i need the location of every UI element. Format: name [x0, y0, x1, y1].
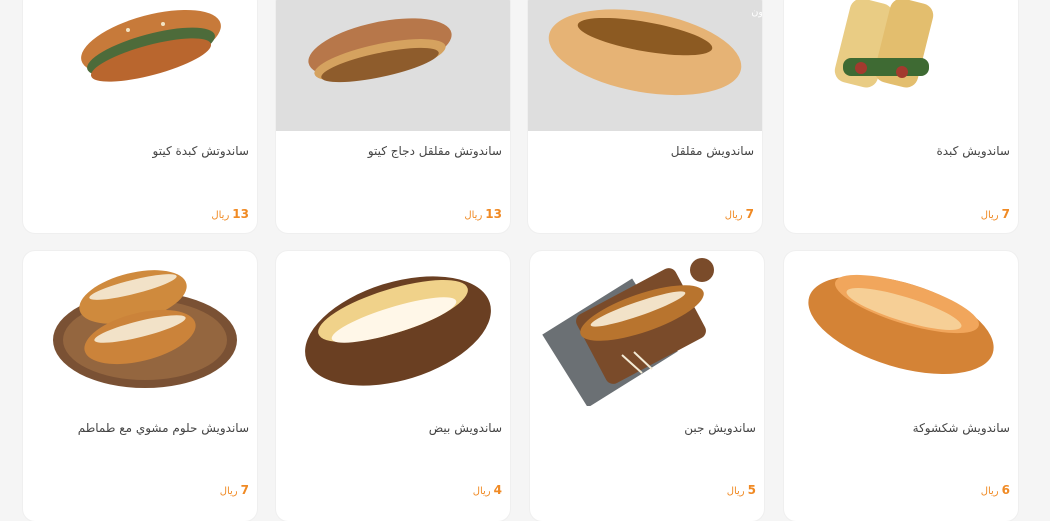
product-card[interactable]: مع جبن أو بدون ساندويش مقلقل 7 ريال — [528, 0, 762, 233]
sandwich-image — [81, 9, 221, 82]
product-price: 7 ريال — [220, 483, 249, 497]
sandwich-image: مع جبن أو بدون — [548, 5, 762, 96]
product-image — [276, 251, 510, 406]
product-image — [23, 0, 257, 131]
sandwich-image — [53, 270, 237, 388]
product-card[interactable]: ساندويش بيض 4 ريال — [276, 251, 510, 521]
price-currency: ريال — [211, 210, 230, 221]
price-value: 13 — [485, 207, 502, 221]
product-card[interactable]: ساندويش شكشوكة 6 ريال — [784, 251, 1018, 521]
price-value: 7 — [240, 483, 249, 497]
price-currency: ريال — [219, 486, 238, 497]
product-card[interactable]: ساندوتش كبدة كيتو 13 ريال — [23, 0, 257, 233]
price-value: 7 — [745, 207, 754, 221]
price-value: 4 — [493, 483, 502, 497]
product-title: ساندوتش مقلقل دجاج كيتو — [367, 144, 502, 158]
product-image — [784, 251, 1018, 406]
product-title: ساندويش بيض — [428, 421, 502, 435]
product-title: ساندوتش كبدة كيتو — [152, 144, 250, 158]
product-image — [530, 251, 764, 406]
product-title: ساندويش كبدة — [936, 144, 1010, 158]
sandwich-image — [305, 276, 491, 386]
product-title: ساندويش جبن — [684, 421, 756, 435]
product-price: 13 ريال — [464, 207, 502, 221]
product-card[interactable]: ساندويش حلوم مشوي مع طماطم 7 ريال — [23, 251, 257, 521]
product-card[interactable]: ساندوتش مقلقل دجاج كيتو 13 ريال — [276, 0, 510, 233]
price-value: 7 — [1001, 207, 1010, 221]
product-price: 6 ريال — [981, 483, 1010, 497]
product-image: مع جبن أو بدون — [528, 0, 762, 131]
sandwich-image — [834, 0, 934, 88]
product-price: 7 ريال — [981, 207, 1010, 221]
product-card[interactable]: ساندويش جبن 5 ريال — [530, 251, 764, 521]
product-price: 5 ريال — [727, 483, 756, 497]
price-currency: ريال — [472, 486, 491, 497]
price-currency: ريال — [464, 210, 483, 221]
product-price: 7 ريال — [725, 207, 754, 221]
product-image — [784, 0, 1018, 131]
product-title: ساندويش شكشوكة — [912, 421, 1010, 435]
image-caption: مع جبن أو بدون — [751, 5, 762, 18]
price-value: 5 — [747, 483, 756, 497]
price-value: 6 — [1001, 483, 1010, 497]
sandwich-image — [542, 258, 714, 406]
product-price: 4 ريال — [473, 483, 502, 497]
price-currency: ريال — [724, 210, 743, 221]
product-title: ساندويش حلوم مشوي مع طماطم — [77, 421, 249, 435]
product-card[interactable]: ساندويش كبدة 7 ريال — [784, 0, 1018, 233]
product-image — [276, 0, 510, 131]
sandwich-image — [808, 274, 994, 375]
product-image — [23, 251, 257, 406]
product-title: ساندويش مقلقل — [670, 144, 754, 158]
price-currency: ريال — [980, 210, 999, 221]
price-currency: ريال — [980, 486, 999, 497]
price-currency: ريال — [726, 486, 745, 497]
product-price: 13 ريال — [211, 207, 249, 221]
sandwich-image — [308, 18, 452, 83]
price-value: 13 — [232, 207, 249, 221]
